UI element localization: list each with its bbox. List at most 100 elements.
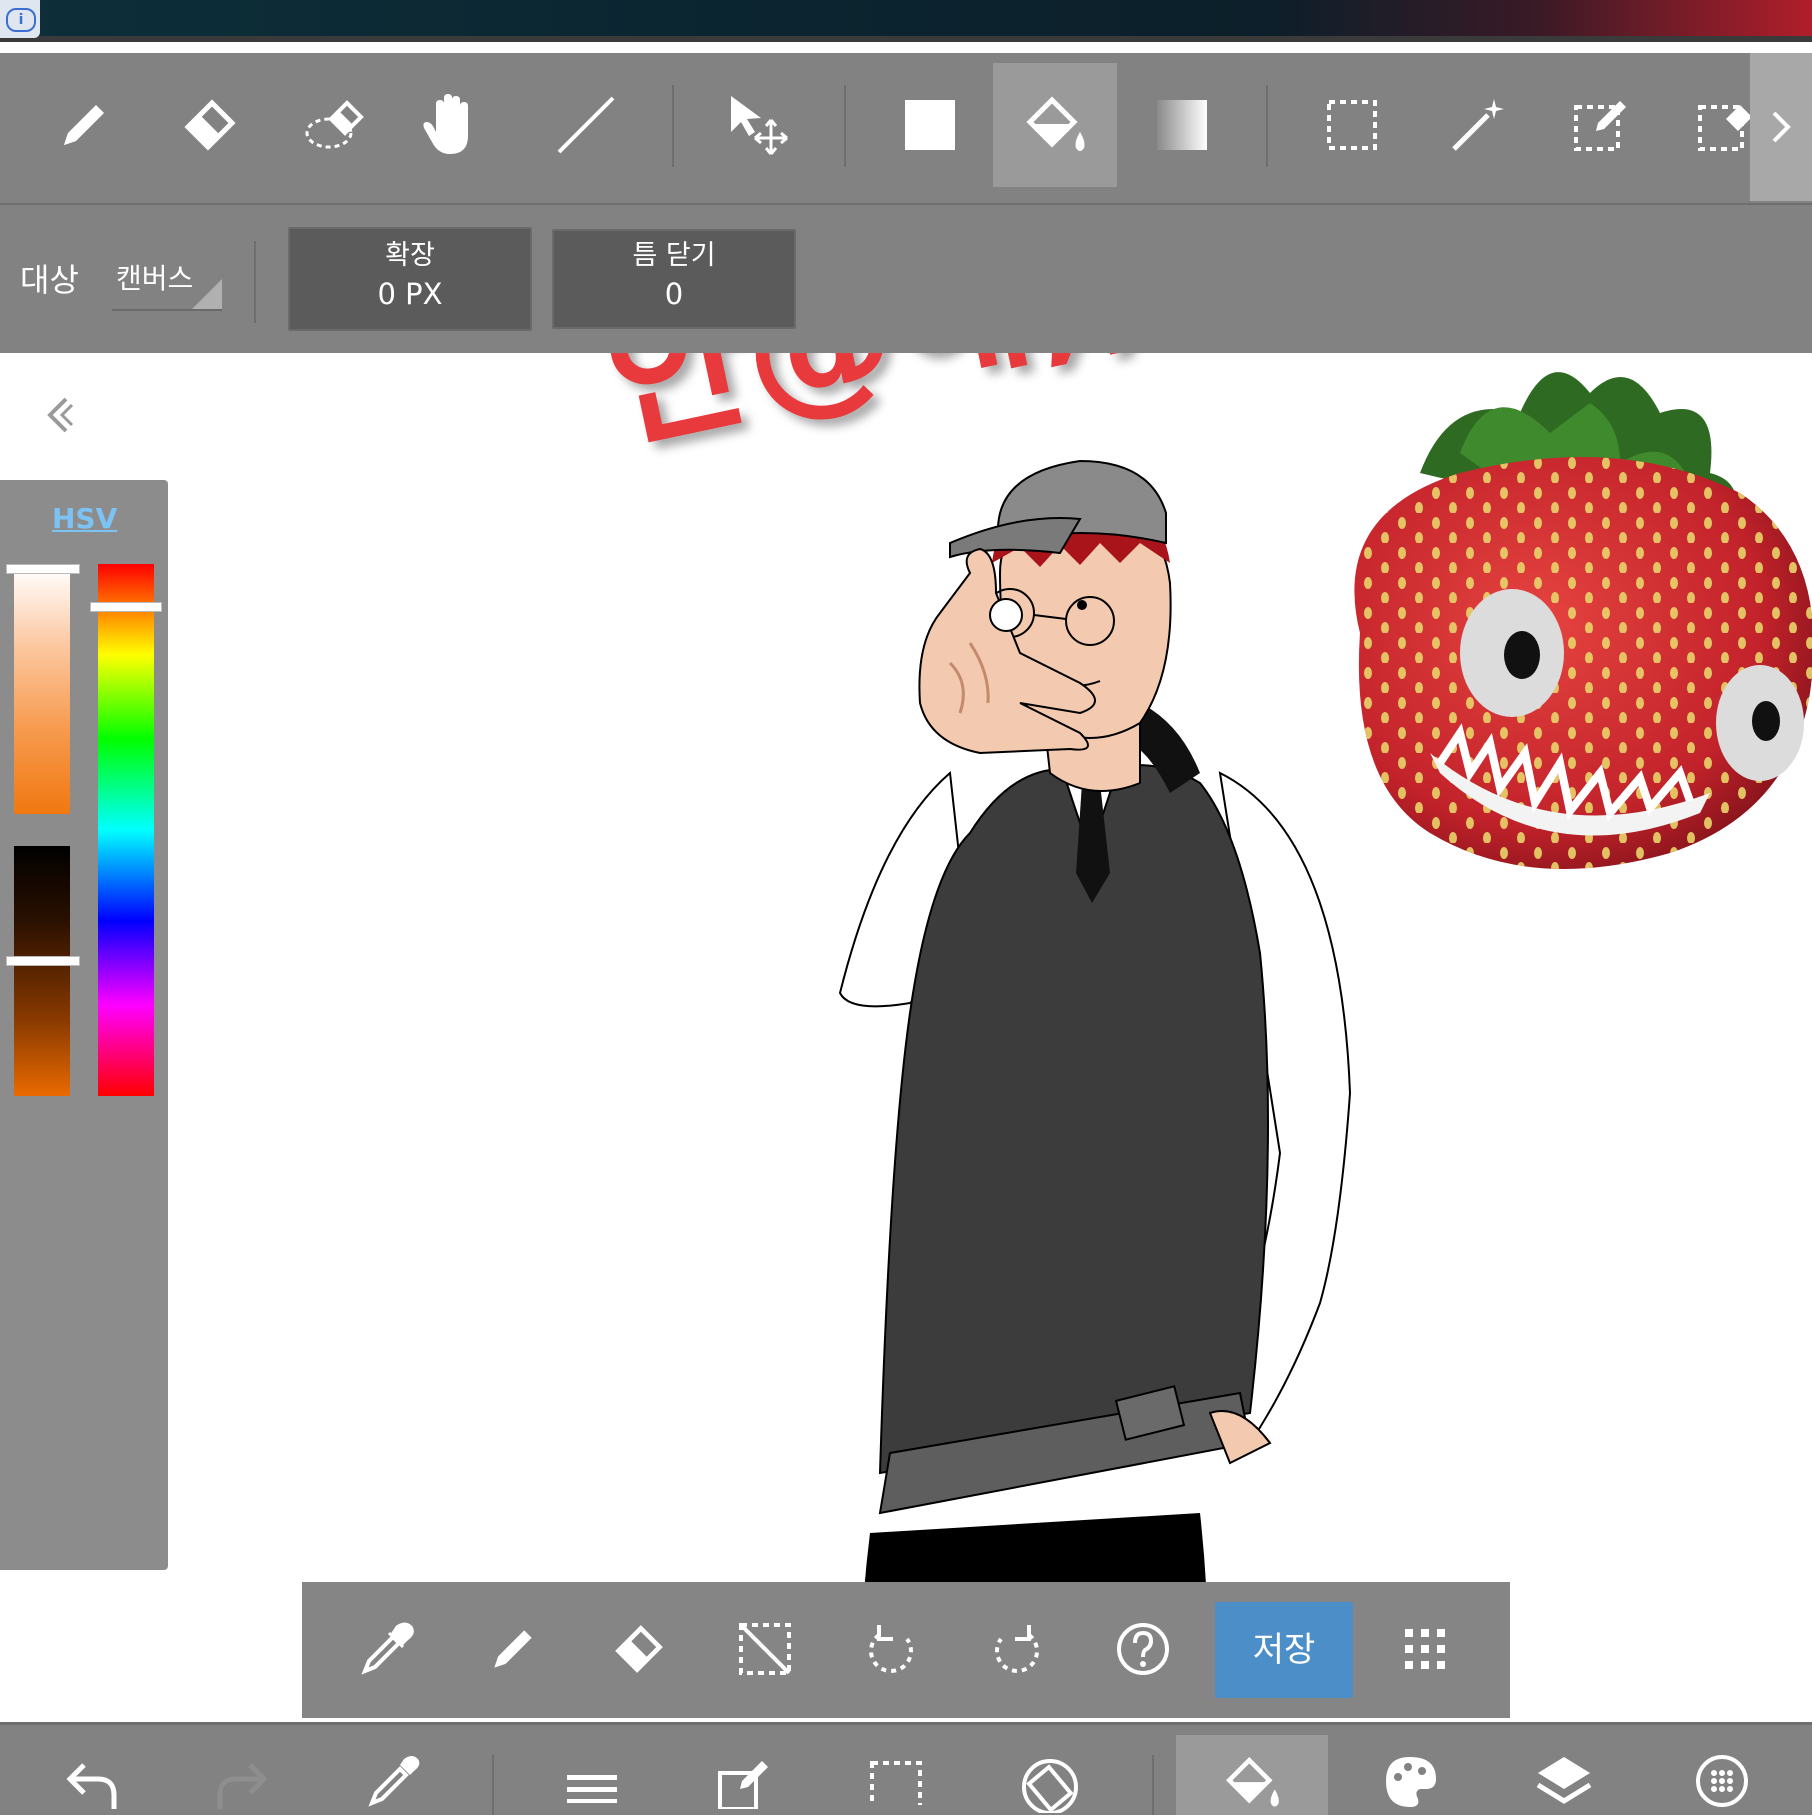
info-chip[interactable]: i <box>0 0 40 38</box>
magic-wand-icon <box>1452 99 1504 151</box>
options-bar: 대상 캔버스 확장 0 PX 틈 닫기 0 <box>0 205 1812 353</box>
menu-icon <box>567 1775 617 1803</box>
expand-button[interactable]: 확장 0 PX <box>288 227 532 331</box>
saturation-handle[interactable] <box>6 564 80 574</box>
nav-rotate[interactable] <box>1000 1735 1100 1815</box>
grid-menu-icon <box>1405 1629 1445 1669</box>
status-divider <box>0 36 1812 42</box>
toolbar-divider <box>1266 85 1268 167</box>
bucket-tool[interactable] <box>993 63 1117 187</box>
help-button[interactable] <box>1098 1604 1188 1694</box>
redo-icon <box>995 1625 1039 1673</box>
undo-icon <box>66 1763 117 1809</box>
options-divider <box>254 241 256 323</box>
nav-materials[interactable] <box>1672 1735 1772 1815</box>
expand-value: 0 PX <box>377 277 443 311</box>
select-eraser-icon <box>1698 105 1752 151</box>
hand-icon <box>423 94 468 154</box>
deselect-button[interactable] <box>720 1604 810 1694</box>
rect-select-tool[interactable] <box>1290 63 1414 187</box>
toolbar-divider <box>672 85 674 167</box>
materials-icon <box>1696 1755 1748 1807</box>
toolbar-scroll-right[interactable] <box>1750 53 1812 201</box>
value-slider[interactable] <box>14 846 70 1096</box>
panel-toggle[interactable] <box>42 391 82 441</box>
target-label: 대상 <box>20 261 79 299</box>
nav-bucket[interactable] <box>1176 1735 1328 1815</box>
nav-eyedropper[interactable] <box>344 1735 444 1815</box>
move-icon <box>731 96 788 155</box>
undo-icon <box>869 1625 913 1673</box>
nav-redo[interactable] <box>194 1735 294 1815</box>
hue-slider[interactable] <box>98 564 154 1096</box>
eyedropper-icon <box>361 1622 414 1675</box>
status-bar <box>0 0 1812 42</box>
pencil-tool[interactable] <box>22 63 146 187</box>
magic-wand-tool[interactable] <box>1416 63 1540 187</box>
bottom-nav <box>0 1722 1812 1815</box>
pencil-icon <box>64 105 104 145</box>
rect-select-icon <box>1327 100 1377 150</box>
gap-close-label: 틈 닫기 <box>632 240 716 271</box>
rect-fill-icon <box>905 100 955 150</box>
value-handle[interactable] <box>6 956 80 966</box>
chevron-right-icon <box>1772 111 1791 143</box>
hand-tool[interactable] <box>390 63 514 187</box>
character-illustration <box>838 459 1352 1693</box>
selection-icon <box>870 1761 922 1805</box>
info-icon: i <box>6 8 36 32</box>
nav-menu[interactable] <box>542 1735 642 1815</box>
pencil-icon <box>494 1630 532 1668</box>
lasso-eraser-icon <box>305 100 364 149</box>
eraser-icon <box>615 1625 663 1673</box>
line-tool[interactable] <box>524 63 648 187</box>
gap-close-button[interactable]: 틈 닫기 0 <box>552 229 796 329</box>
eyedropper-icon <box>368 1756 420 1807</box>
nav-edit[interactable] <box>694 1735 794 1815</box>
saturation-slider[interactable] <box>14 568 70 814</box>
select-pen-tool[interactable] <box>1540 63 1664 187</box>
select-pen-icon <box>1574 101 1626 151</box>
target-value: 캔버스 <box>116 262 194 295</box>
gap-close-value: 0 <box>664 277 684 311</box>
eraser-tool[interactable] <box>148 63 272 187</box>
tool-toolbar <box>0 53 1812 205</box>
undo-button[interactable] <box>846 1604 936 1694</box>
nav-layers[interactable] <box>1514 1735 1614 1815</box>
pencil-button[interactable] <box>468 1604 558 1694</box>
deselect-icon <box>739 1623 791 1675</box>
color-panel: HSV <box>0 480 168 1570</box>
toolbar-divider <box>844 85 846 167</box>
edit-icon <box>718 1761 768 1809</box>
nav-selection[interactable] <box>846 1735 946 1815</box>
nav-palette[interactable] <box>1360 1735 1460 1815</box>
layers-icon <box>1536 1757 1592 1804</box>
bucket-icon <box>1226 1757 1279 1807</box>
palette-icon <box>1386 1757 1436 1807</box>
hue-handle[interactable] <box>90 602 162 612</box>
eyedropper-button[interactable] <box>342 1604 432 1694</box>
move-tool[interactable] <box>698 63 822 187</box>
eraser-button[interactable] <box>594 1604 684 1694</box>
drawing-canvas[interactable]: 안@해;; <box>0 353 1812 1723</box>
quick-bar: 저장 <box>302 1582 1510 1718</box>
rect-fill-tool[interactable] <box>868 63 992 187</box>
nav-divider <box>1152 1755 1154 1815</box>
rotate-icon <box>1022 1759 1078 1813</box>
more-menu-button[interactable] <box>1380 1604 1470 1694</box>
target-dropdown[interactable]: 캔버스 <box>112 253 222 311</box>
color-mode-tab[interactable]: HSV <box>52 502 117 535</box>
help-icon <box>1117 1623 1169 1675</box>
nav-divider <box>492 1755 494 1815</box>
redo-button[interactable] <box>972 1604 1062 1694</box>
expand-label: 확장 <box>385 240 435 271</box>
lasso-eraser-tool[interactable] <box>274 63 398 187</box>
redo-icon <box>217 1763 268 1809</box>
dropdown-corner-icon <box>192 279 222 309</box>
save-button[interactable]: 저장 <box>1215 1602 1353 1698</box>
eraser-icon <box>184 99 236 151</box>
bucket-icon <box>1026 96 1085 151</box>
nav-undo[interactable] <box>40 1735 140 1815</box>
double-chevron-left-icon <box>47 397 74 433</box>
gradient-tool[interactable] <box>1120 63 1244 187</box>
